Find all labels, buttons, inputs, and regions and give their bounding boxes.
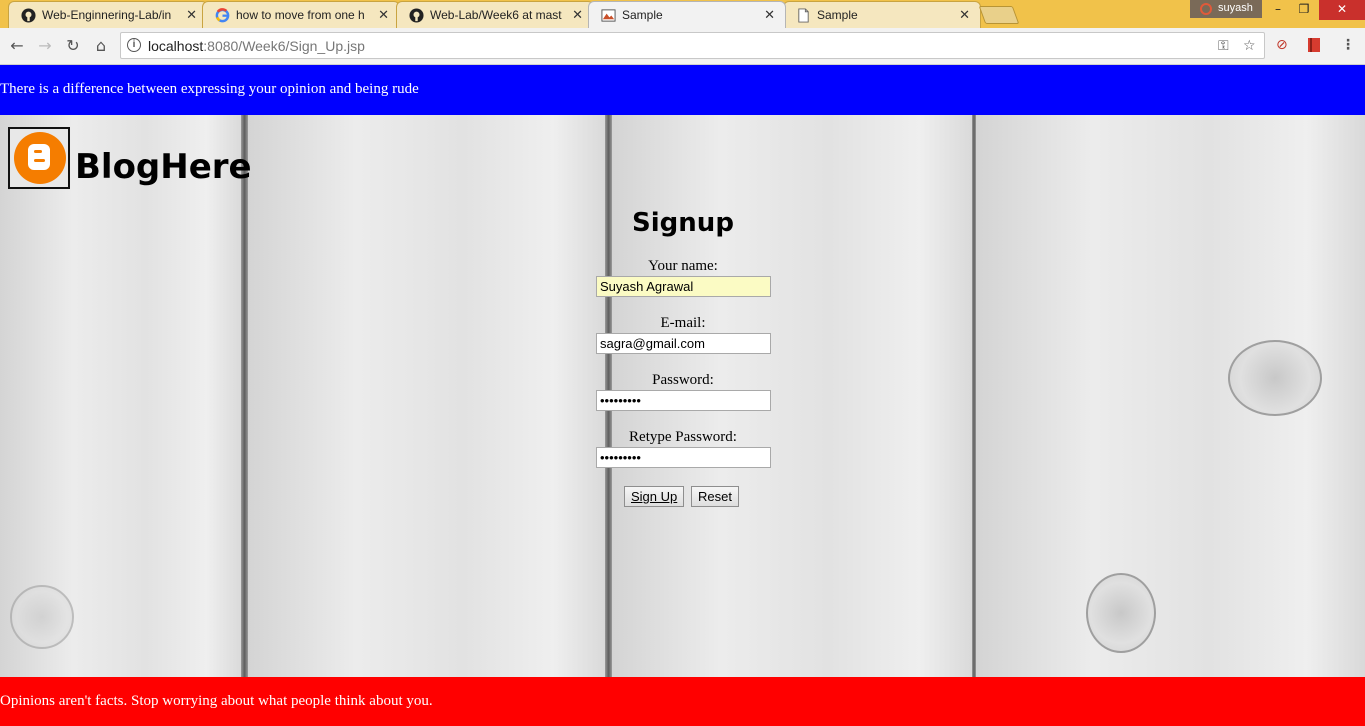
close-icon[interactable]: ✕ <box>764 7 775 23</box>
restore-button[interactable]: ❐ <box>1291 0 1317 20</box>
document-icon <box>798 8 809 23</box>
profile-button[interactable]: suyash <box>1190 0 1262 18</box>
close-icon[interactable]: ✕ <box>378 7 389 23</box>
email-input[interactable] <box>596 333 771 354</box>
back-button[interactable]: ← <box>7 36 27 56</box>
retype-password-input[interactable] <box>596 447 771 468</box>
name-input[interactable] <box>596 276 771 297</box>
menu-icon[interactable]: ⋮ <box>1341 37 1355 53</box>
tab-label: Web-Lab/Week6 at mast <box>430 8 562 22</box>
password-label: Password: <box>652 372 714 388</box>
key-icon[interactable]: ⚿ <box>1218 38 1229 54</box>
email-label: E-mail: <box>660 315 706 331</box>
wood-knot <box>1086 573 1156 653</box>
tab-google-search[interactable]: how to move from one h ✕ <box>202 1 400 28</box>
tab-label: how to move from one h <box>236 8 365 22</box>
info-icon[interactable]: i <box>127 38 141 52</box>
signup-button[interactable]: Sign Up <box>624 486 685 507</box>
wood-plank <box>248 115 607 677</box>
signup-heading: Signup <box>632 208 734 238</box>
blogger-icon <box>14 132 66 184</box>
home-button[interactable]: ⌂ <box>91 36 111 56</box>
page-content: There is a difference between expressing… <box>0 65 1365 726</box>
reset-button[interactable]: Reset <box>691 486 739 507</box>
tab-sample[interactable]: Sample ✕ <box>783 1 981 28</box>
brand-title: BlogHere <box>75 147 252 187</box>
profile-icon <box>1200 3 1212 15</box>
plank-gap <box>241 115 248 677</box>
reload-button[interactable]: ↻ <box>63 36 83 56</box>
tab-sample-active[interactable]: Sample ✕ <box>588 1 786 28</box>
new-tab-button[interactable] <box>978 6 1020 24</box>
tab-github-lab[interactable]: Web-Enginnering-Lab/in ✕ <box>8 1 208 28</box>
bottom-banner-text: Opinions aren't facts. Stop worrying abo… <box>0 693 433 709</box>
close-icon[interactable]: ✕ <box>572 7 583 23</box>
address-bar[interactable]: i localhost:8080/Week6/Sign_Up.jsp ⚿ ☆ <box>120 32 1265 59</box>
window-close-button[interactable]: ✕ <box>1319 0 1365 20</box>
github-icon <box>409 8 424 23</box>
password-input[interactable] <box>596 390 771 411</box>
extension-icon[interactable]: ⊘ <box>1276 37 1288 53</box>
top-banner-text: There is a difference between expressing… <box>0 81 419 97</box>
profile-name: suyash <box>1218 2 1253 14</box>
browser-toolbar: ← → ↻ ⌂ i localhost:8080/Week6/Sign_Up.j… <box>0 28 1365 65</box>
page-image-icon <box>601 9 616 22</box>
tab-label: Sample <box>622 8 663 22</box>
tab-label: Web-Enginnering-Lab/in <box>42 8 172 22</box>
name-label: Your name: <box>648 258 718 274</box>
wood-knot <box>10 585 74 649</box>
top-banner: There is a difference between expressing… <box>0 65 1365 115</box>
bookmark-star-icon[interactable]: ☆ <box>1243 38 1256 54</box>
tab-label: Sample <box>817 8 858 22</box>
wood-knot <box>1228 340 1322 416</box>
blogger-logo <box>8 127 70 189</box>
retype-password-label: Retype Password: <box>629 429 737 445</box>
tab-github-week6[interactable]: Web-Lab/Week6 at mast ✕ <box>396 1 594 28</box>
tab-strip: Web-Enginnering-Lab/in ✕ how to move fro… <box>0 0 1365 28</box>
close-icon[interactable]: ✕ <box>959 7 970 23</box>
bottom-banner: Opinions aren't facts. Stop worrying abo… <box>0 677 1365 726</box>
github-icon <box>21 8 36 23</box>
url-text: localhost:8080/Week6/Sign_Up.jsp <box>148 38 365 54</box>
forward-button[interactable]: → <box>35 36 55 56</box>
google-icon <box>215 8 230 23</box>
close-icon[interactable]: ✕ <box>186 7 197 23</box>
extension-book-icon[interactable] <box>1307 37 1321 57</box>
minimize-button[interactable]: – <box>1265 0 1291 20</box>
